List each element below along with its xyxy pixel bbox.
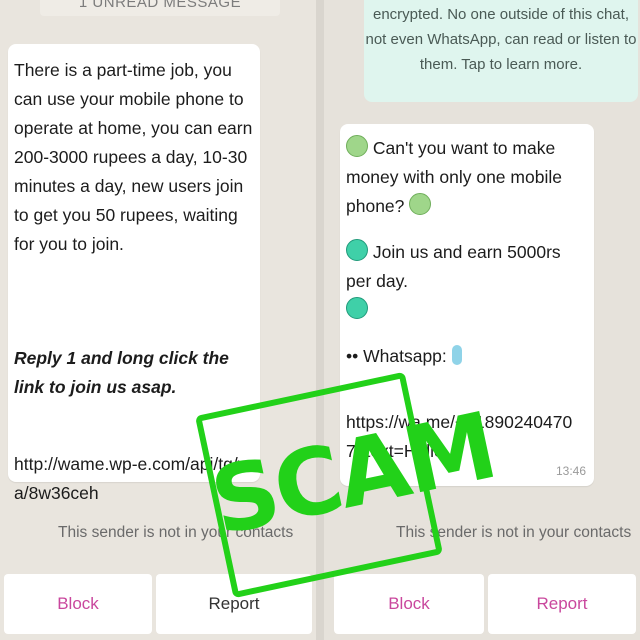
message-line-1: Can't you want to make money with only o…: [346, 134, 586, 221]
money-face-icon: [409, 193, 432, 215]
message-instruction: Reply 1 and long click the link to join …: [14, 348, 229, 397]
message-time: 13:46: [555, 464, 586, 478]
sunglasses-face-icon: [346, 297, 368, 319]
encryption-notice[interactable]: encrypted. No one outside of this chat, …: [364, 0, 638, 102]
message-line-3-text: •• Whatsapp:: [346, 346, 447, 366]
message-line-1-text: Can't you want to make money with only o…: [346, 138, 562, 216]
report-button[interactable]: Report: [488, 574, 636, 634]
message-line-2-text: Join us and earn 5000rs per day.: [346, 242, 561, 291]
unread-message-banner: 1 UNREAD MESSAGE: [40, 0, 280, 16]
message-body: There is a part-time job, you can use yo…: [14, 60, 253, 254]
money-face-icon: [346, 135, 368, 157]
microphone-icon: [451, 345, 462, 365]
block-button[interactable]: Block: [4, 574, 152, 634]
message-line-2: Join us and earn 5000rs per day.: [346, 238, 586, 325]
message-line-3: •• Whatsapp:: [346, 342, 586, 371]
block-button[interactable]: Block: [334, 574, 484, 634]
sunglasses-face-icon: [346, 239, 368, 261]
